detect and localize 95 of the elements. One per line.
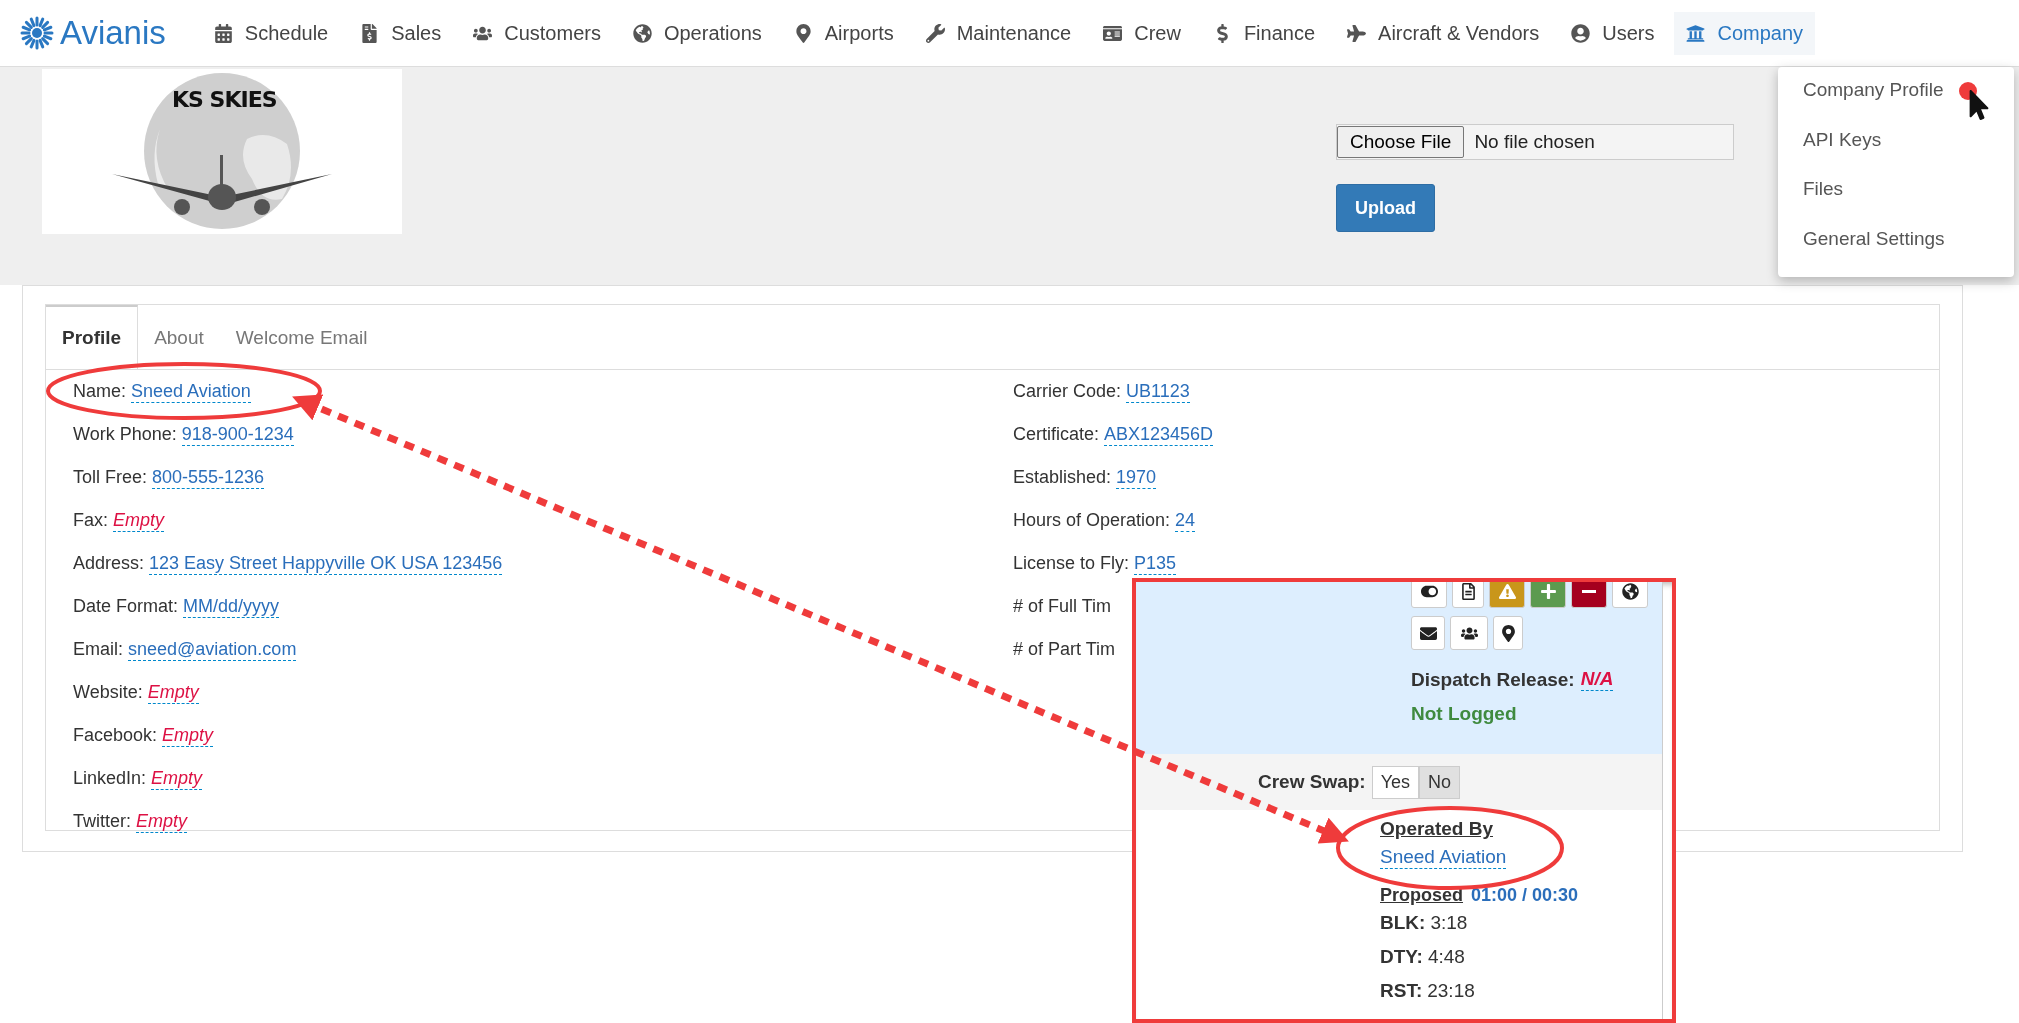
crew-swap-option[interactable]: Yes: [1371, 765, 1420, 799]
field-value[interactable]: 24: [1175, 509, 1196, 532]
field-label: Website:: [73, 682, 143, 703]
crew-swap-option[interactable]: No: [1419, 765, 1461, 799]
field-value[interactable]: 1970: [1116, 466, 1157, 489]
logo-text: KS SKIES: [172, 87, 277, 112]
file-input[interactable]: Choose File No file chosen: [1336, 124, 1734, 160]
crew-swap-label: Crew Swap:: [1258, 771, 1366, 793]
field-value[interactable]: ABX123456D: [1104, 423, 1214, 446]
field-label: Twitter:: [73, 811, 131, 832]
minus-icon: [1582, 589, 1596, 593]
field-label: Hours of Operation:: [1013, 510, 1171, 531]
field-label: Email:: [73, 639, 123, 660]
map-pin-button[interactable]: [1493, 616, 1523, 650]
map-pin-icon: [793, 23, 813, 43]
users-button[interactable]: [1450, 616, 1488, 650]
field-value[interactable]: Empty: [162, 724, 214, 747]
proposed-label: Proposed: [1380, 885, 1463, 906]
globe-icon: [632, 23, 652, 43]
document-icon: [1459, 582, 1477, 600]
file-status: No file chosen: [1474, 131, 1595, 153]
field-label: Date Format:: [73, 596, 179, 617]
field-value[interactable]: Sneed Aviation: [131, 380, 251, 403]
operated-by-heading: Operated By: [1380, 818, 1493, 840]
globe-button[interactable]: [1612, 582, 1648, 608]
field-value[interactable]: P135: [1134, 552, 1177, 575]
nav-item[interactable]: Finance: [1200, 11, 1328, 55]
upload-button[interactable]: Upload: [1336, 184, 1435, 232]
menu-item[interactable]: API Keys: [1803, 128, 2014, 178]
field-value[interactable]: 800-555-1236: [152, 466, 265, 489]
minus-button[interactable]: [1571, 582, 1607, 608]
field-label: Fax:: [73, 510, 108, 531]
field-value[interactable]: Empty: [147, 681, 199, 704]
document-button[interactable]: [1452, 582, 1484, 608]
dispatch-release-value[interactable]: N/A: [1580, 668, 1614, 691]
proposed-times: 01:00 / 00:30: [1471, 885, 1579, 906]
envelope-button[interactable]: [1411, 616, 1445, 650]
nav-item[interactable]: Maintenance: [913, 11, 1084, 55]
field-value[interactable]: Empty: [113, 509, 165, 532]
calendar-icon: [213, 23, 233, 43]
menu-item[interactable]: Files: [1803, 178, 2014, 228]
nav-item[interactable]: Company: [1674, 11, 1816, 55]
id-card-icon: [1103, 23, 1123, 43]
log-status: Not Logged: [1411, 703, 1518, 725]
duty-stat: BLK: 3:18: [1380, 911, 1469, 935]
duty-stat: RST: 23:18: [1380, 979, 1476, 1003]
document-icon: [360, 23, 380, 43]
brand-name[interactable]: Avianis: [60, 14, 166, 52]
field-label: # of Part Tim: [1013, 639, 1116, 660]
nav-item[interactable]: Airports: [781, 11, 906, 55]
plus-icon: [1539, 582, 1557, 600]
nav-item[interactable]: Operations: [620, 11, 774, 55]
nav-item[interactable]: Users: [1559, 11, 1667, 55]
plus-button[interactable]: [1530, 582, 1566, 608]
field-label: Address:: [73, 553, 145, 574]
field-value[interactable]: 123 Easy Street Happyville OK USA 123456: [149, 552, 503, 575]
toggle-button[interactable]: [1411, 582, 1447, 608]
dispatch-release-label: Dispatch Release:: [1411, 668, 1575, 691]
warning-button[interactable]: [1489, 582, 1525, 608]
field-label: Carrier Code:: [1013, 381, 1122, 402]
field-label: Established:: [1013, 467, 1112, 488]
menu-item[interactable]: General Settings: [1803, 227, 2014, 277]
nav-item[interactable]: Customers: [461, 11, 613, 55]
field-label: # of Full Tim: [1013, 596, 1112, 617]
field-label: License to Fly:: [1013, 553, 1130, 574]
globe-icon: [1621, 582, 1639, 600]
plane-icon: [1347, 23, 1367, 43]
menu-item[interactable]: Company Profile: [1803, 79, 2014, 129]
field-label: LinkedIn:: [73, 768, 147, 789]
nav-item[interactable]: Schedule: [201, 11, 341, 55]
field-value[interactable]: Empty: [136, 810, 188, 833]
field-value[interactable]: 918-900-1234: [181, 423, 294, 446]
field-label: Work Phone:: [73, 424, 177, 445]
nav-item[interactable]: Aircraft & Vendors: [1335, 11, 1552, 55]
operator-link[interactable]: Sneed Aviation: [1380, 846, 1507, 869]
field-label: Toll Free:: [73, 467, 148, 488]
bank-icon: [1686, 23, 1706, 43]
duty-stat: DTY: 4:48: [1380, 945, 1466, 969]
nav-item[interactable]: Sales: [348, 11, 454, 55]
tab[interactable]: Profile: [46, 305, 139, 369]
sun-logo-icon: [20, 16, 54, 50]
field-label: Facebook:: [73, 725, 158, 746]
wrench-icon: [925, 23, 945, 43]
field-label: Certificate:: [1013, 424, 1100, 445]
field-value[interactable]: Empty: [151, 767, 203, 790]
warning-icon: [1498, 582, 1516, 600]
choose-file-button[interactable]: Choose File: [1337, 126, 1465, 158]
field-value[interactable]: MM/dd/yyyy: [183, 595, 280, 618]
field-value[interactable]: UB1123: [1126, 380, 1190, 403]
field-label: Name:: [73, 381, 126, 402]
user-icon: [1571, 23, 1591, 43]
map-pin-icon: [1499, 624, 1517, 642]
field-value[interactable]: sneed@aviation.com: [128, 638, 297, 661]
envelope-icon: [1419, 624, 1437, 642]
nav-item[interactable]: Crew: [1091, 11, 1193, 55]
